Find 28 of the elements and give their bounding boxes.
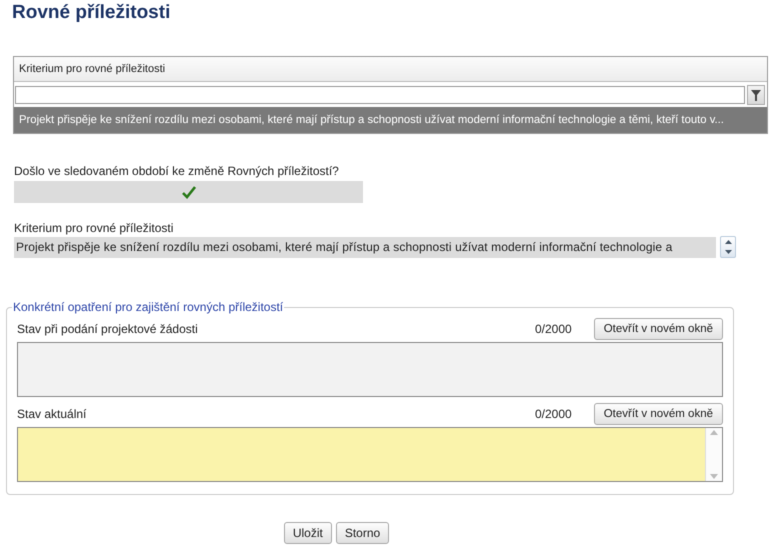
save-button[interactable]: Uložit <box>284 522 332 544</box>
criterion-value: Projekt přispěje ke snížení rozdílu mezi osobami, které mají přístup a schopnosti užívat moderní informační technologie a <box>14 236 716 258</box>
down-arrow-icon <box>724 250 732 254</box>
page-title: Rovné příležitosti <box>12 2 172 25</box>
grid-row[interactable]: Projekt přispěje ke snížení rozdílu mezi osobami, které mají přístup a schopnosti užívat moderní informační technologie a těmi, kteří touto v... <box>14 107 767 133</box>
char-counter: 0/2000 <box>535 322 572 336</box>
filter-field[interactable] <box>15 86 745 104</box>
down-arrow-icon[interactable] <box>710 474 718 479</box>
open-window-button[interactable]: Otevřít v novém okně <box>594 403 723 425</box>
question-label: Došlo ve sledovaném období ke změně Rovných příležitostí? <box>14 164 340 178</box>
field-label: Stav při podání projektové žádosti <box>17 322 199 336</box>
text-area[interactable] <box>17 427 723 482</box>
filter-button[interactable] <box>747 85 765 105</box>
scrollbar[interactable] <box>705 428 722 481</box>
cancel-button[interactable]: Storno <box>336 522 390 544</box>
criterion-label: Kriterium pro rovné příležitosti <box>14 221 174 235</box>
up-arrow-icon[interactable] <box>710 430 718 435</box>
group-legend: Konkrétní opatření pro zajištění rovných příležitostí <box>12 300 284 314</box>
spin-button[interactable] <box>720 236 736 258</box>
checkbox-field[interactable] <box>14 181 363 203</box>
funnel-icon <box>751 90 761 100</box>
char-counter: 0/2000 <box>535 407 572 421</box>
field-label: Stav aktuální <box>17 407 88 421</box>
check-icon <box>182 186 196 198</box>
text-area[interactable] <box>17 342 723 397</box>
up-arrow-icon <box>724 240 732 244</box>
open-window-button[interactable]: Otevřít v novém okně <box>594 318 723 340</box>
column-header[interactable]: Kriterium pro rovné příležitosti <box>14 57 767 82</box>
